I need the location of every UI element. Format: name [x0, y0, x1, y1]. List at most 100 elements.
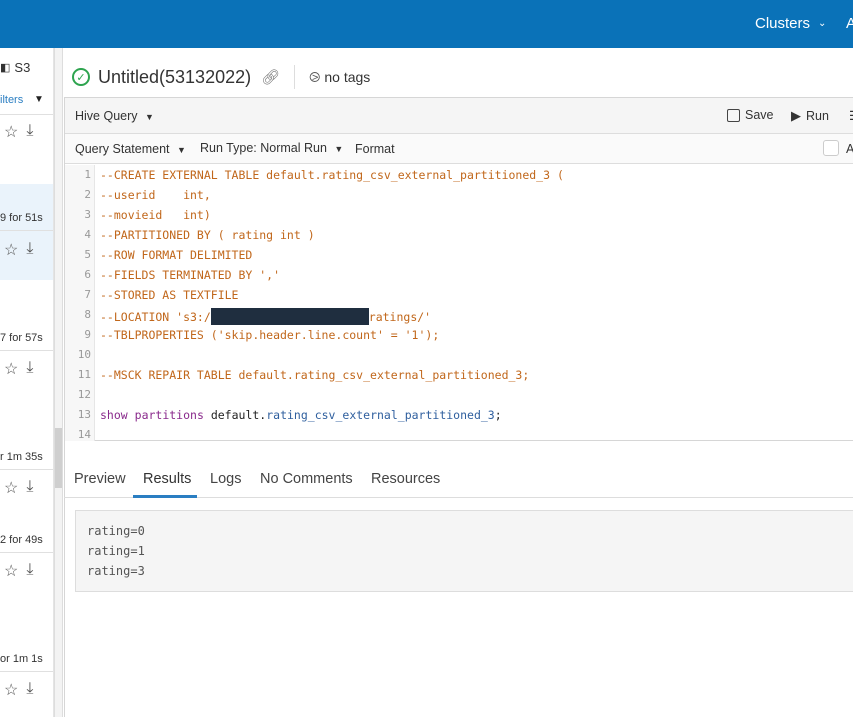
- query-statement-label: Query Statement: [75, 142, 170, 156]
- history-item-actions: ☆ ⤓: [4, 122, 33, 142]
- resize-grip[interactable]: [55, 428, 62, 488]
- code-line: 1 --CREATE EXTERNAL TABLE default.rating_…: [65, 165, 853, 185]
- code-line: 6 --FIELDS TERMINATED BY ',': [65, 265, 853, 285]
- code-text: show partitions default.rating_csv_exter…: [100, 408, 502, 422]
- editor-toolbar: Hive Query ▼ Save ▶ Run ☰: [65, 98, 853, 134]
- star-icon[interactable]: ☆: [4, 240, 18, 260]
- result-row: rating=3: [87, 564, 145, 578]
- s3-label: S3: [14, 60, 31, 75]
- query-options-bar: Query Statement ▼ Run Type: Normal Run ▼…: [65, 134, 853, 164]
- code-line: 11 --MSCK REPAIR TABLE default.rating_csv…: [65, 365, 853, 385]
- cube-icon: ◧: [0, 62, 11, 74]
- divider: [0, 552, 53, 553]
- star-icon[interactable]: ☆: [4, 359, 18, 379]
- query-statement-dropdown[interactable]: Query Statement ▼: [75, 142, 186, 156]
- filters-dropdown[interactable]: ilters: [0, 94, 23, 106]
- line-number: 7: [84, 288, 91, 301]
- tag-icon[interactable]: ⧁: [309, 69, 320, 86]
- hive-query-dropdown[interactable]: Hive Query ▼: [75, 109, 154, 123]
- code-text: --CREATE EXTERNAL TABLE default.rating_c…: [100, 168, 564, 182]
- caret-down-icon[interactable]: ▼: [34, 94, 44, 105]
- code-text: --TBLPROPERTIES ('skip.header.line.count…: [100, 328, 440, 342]
- top-navbar: Clusters ⌄ A: [0, 0, 853, 48]
- option-checkbox-label: A: [846, 142, 853, 156]
- tab-comments[interactable]: No Comments: [260, 471, 353, 487]
- download-icon[interactable]: ⤓: [26, 359, 33, 379]
- code-editor[interactable]: 1 --CREATE EXTERNAL TABLE default.rating_…: [65, 165, 853, 441]
- result-tabs: Preview Results Logs No Comments Resourc…: [64, 464, 853, 498]
- download-icon[interactable]: ⤓: [26, 240, 33, 260]
- location-prefix: --LOCATION 's3:/: [100, 310, 211, 324]
- code-text: --STORED AS TEXTFILE: [100, 288, 239, 302]
- star-icon[interactable]: ☆: [4, 478, 18, 498]
- link-icon[interactable]: 🔗︎: [261, 68, 280, 86]
- divider: [0, 671, 53, 672]
- code-text: --FIELDS TERMINATED BY ',': [100, 268, 281, 282]
- option-checkbox[interactable]: [823, 140, 839, 156]
- query-title[interactable]: Untitled(53132022): [98, 67, 251, 88]
- download-icon[interactable]: ⤓: [26, 561, 33, 581]
- line-number: 14: [77, 428, 91, 441]
- query-editor-panel: Hive Query ▼ Save ▶ Run ☰ Query Statemen…: [64, 97, 853, 441]
- history-item-actions: ☆ ⤓: [4, 478, 33, 498]
- save-button[interactable]: Save: [727, 108, 774, 122]
- selected-history-item[interactable]: [0, 184, 53, 280]
- history-duration: 9 for 51s: [0, 212, 43, 224]
- format-button[interactable]: Format: [355, 142, 395, 156]
- code-line: 8 --LOCATION 's3:/ ratings/': [65, 305, 853, 325]
- history-item-actions: ☆ ⤓: [4, 680, 33, 700]
- star-icon[interactable]: ☆: [4, 680, 18, 700]
- keyword-show: show: [100, 408, 128, 422]
- clusters-label: Clusters: [755, 15, 811, 32]
- clusters-menu[interactable]: Clusters ⌄: [755, 15, 826, 32]
- divider: [0, 114, 53, 115]
- run-button[interactable]: ▶ Run: [791, 108, 829, 124]
- tab-preview[interactable]: Preview: [74, 471, 126, 487]
- code-line: 5 --ROW FORMAT DELIMITED: [65, 245, 853, 265]
- tab-logs[interactable]: Logs: [210, 471, 241, 487]
- line-number: 3: [84, 208, 91, 221]
- more-icon[interactable]: ☰: [849, 108, 853, 123]
- line-number: 9: [84, 328, 91, 341]
- caret-down-icon: ▼: [334, 144, 344, 154]
- code-line: 2 --userid int,: [65, 185, 853, 205]
- line-number: 8: [84, 308, 91, 321]
- keyword-partitions: partitions: [134, 408, 204, 422]
- download-icon[interactable]: ⤓: [26, 478, 33, 498]
- query-title-bar: ✓ Untitled(53132022) 🔗︎ ⧁ no tags: [64, 60, 370, 94]
- code-text: --LOCATION 's3:/ ratings/': [100, 308, 431, 325]
- code-text: --movieid int): [100, 208, 211, 222]
- download-icon[interactable]: ⤓: [26, 680, 33, 700]
- database-name: default: [210, 408, 260, 422]
- s3-button[interactable]: ◧ S3: [0, 60, 30, 75]
- divider: [294, 65, 296, 89]
- result-row: rating=0: [87, 524, 145, 538]
- sidebar-resize-handle[interactable]: [54, 48, 63, 717]
- code-line: 13 show partitions default.rating_csv_ext…: [65, 405, 853, 425]
- code-line: 10: [65, 345, 853, 365]
- line-number: 5: [84, 248, 91, 261]
- line-number: 6: [84, 268, 91, 281]
- history-item-actions: ☆ ⤓: [4, 359, 33, 379]
- tab-results[interactable]: Results: [143, 471, 191, 487]
- active-tab-indicator: [133, 495, 197, 498]
- tab-resources[interactable]: Resources: [371, 471, 440, 487]
- semicolon: ;: [494, 408, 502, 422]
- history-item-actions: ☆ ⤓: [4, 561, 33, 581]
- download-icon[interactable]: ⤓: [26, 122, 33, 142]
- run-type-dropdown[interactable]: Run Type: Normal Run ▼: [200, 141, 343, 155]
- history-duration: r 1m 35s: [0, 451, 43, 463]
- line-number: 1: [84, 168, 91, 181]
- caret-down-icon: ▼: [176, 145, 186, 155]
- caret-down-icon: ▼: [145, 112, 154, 122]
- star-icon[interactable]: ☆: [4, 122, 18, 142]
- divider: [0, 230, 53, 231]
- line-number: 10: [77, 348, 91, 361]
- star-icon[interactable]: ☆: [4, 561, 18, 581]
- tags-label[interactable]: no tags: [324, 69, 370, 85]
- success-check-icon: ✓: [72, 68, 90, 86]
- account-menu[interactable]: A: [846, 15, 853, 32]
- line-number: 11: [77, 368, 91, 381]
- results-panel: rating=0 rating=1 rating=3: [75, 510, 853, 592]
- divider: [0, 350, 53, 351]
